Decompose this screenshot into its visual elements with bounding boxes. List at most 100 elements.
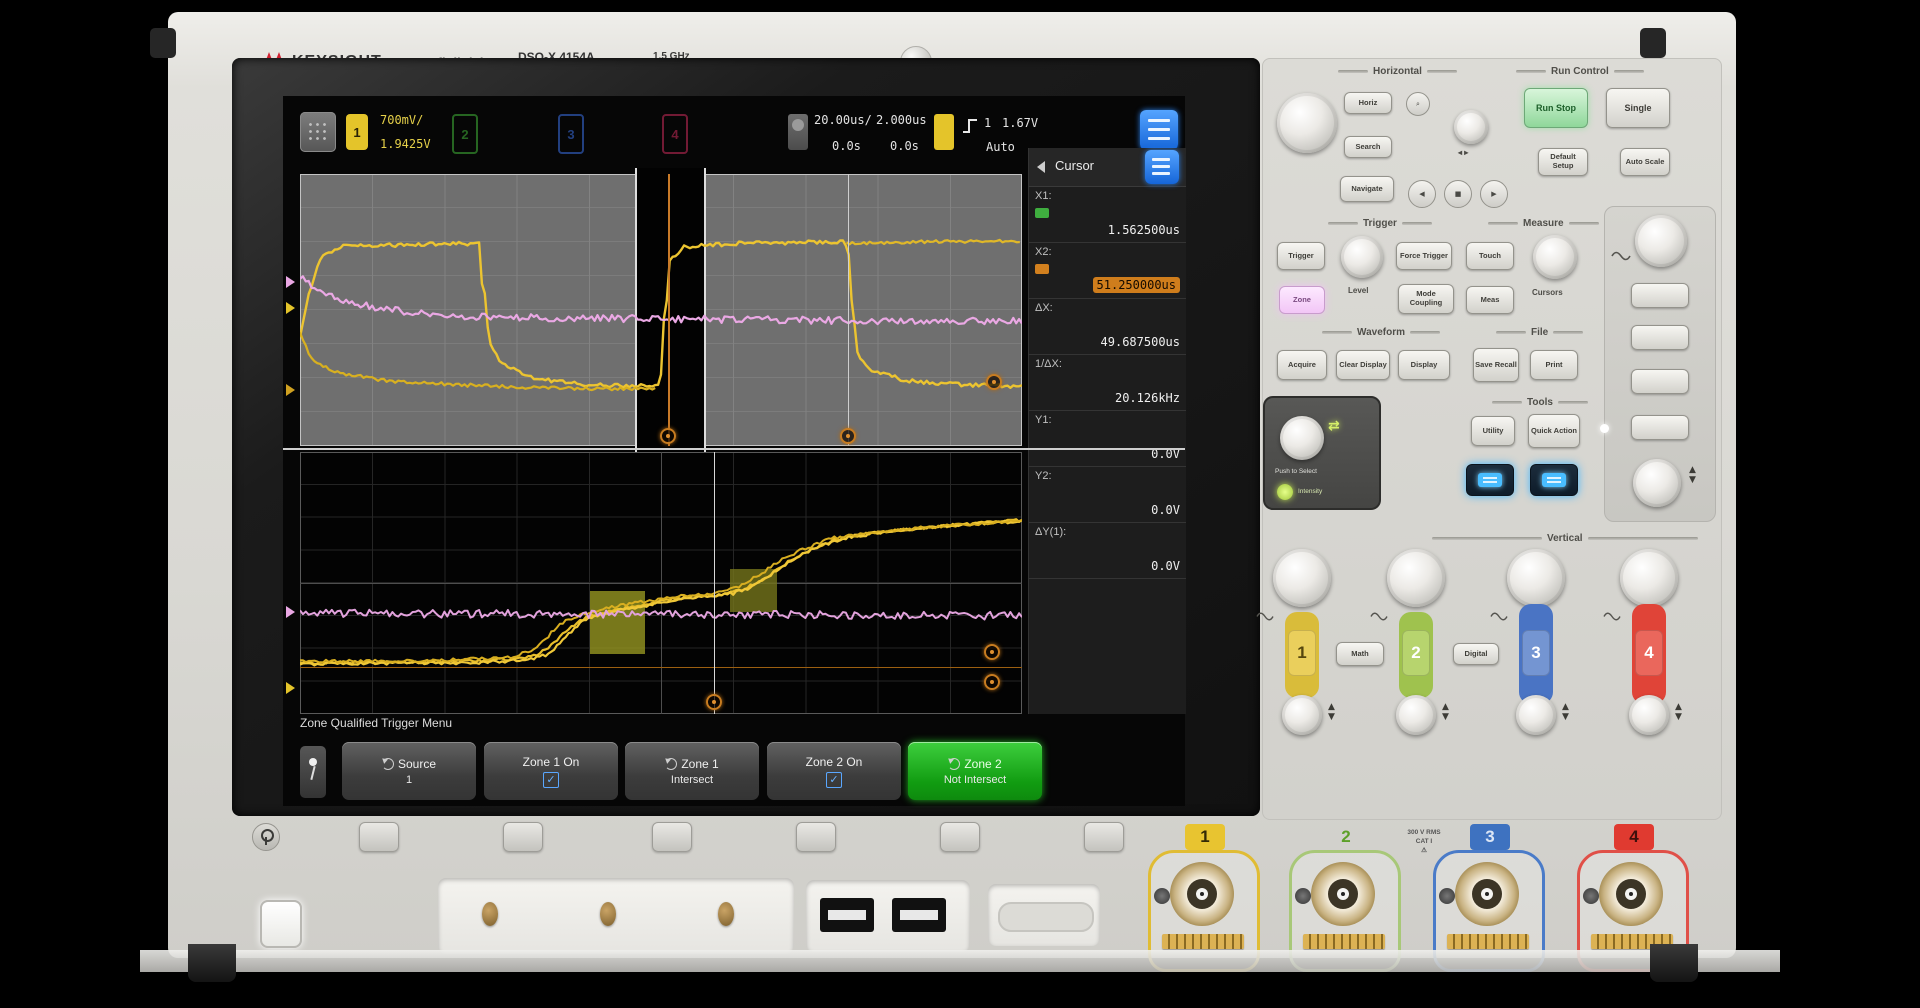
horizontal-knob-icon[interactable] [788,114,808,150]
utility-button[interactable]: Utility [1471,416,1515,446]
default-setup-button[interactable]: Default Setup [1538,148,1588,176]
cursor-row[interactable]: Y2:0.0V [1029,466,1186,523]
physical-softkey-5[interactable] [940,822,980,852]
softkey-zone-2-on[interactable]: Zone 2 On✓ [767,742,901,800]
mode-coupling-button[interactable]: Mode Coupling [1398,284,1454,314]
ch2-status-box[interactable]: 2 [452,114,478,154]
ch3-button[interactable]: 3 [1522,630,1550,676]
intensity-button[interactable] [1277,484,1293,500]
nav-forward-button[interactable]: ▶ [1480,180,1508,208]
cursor-menu-icon[interactable] [1145,150,1179,184]
ch1-bnc-connector[interactable] [1170,862,1234,926]
softkey-source[interactable]: Source1 [342,742,476,800]
ch1-offset-readout[interactable]: 1.9425V [380,137,431,151]
usb-port-1[interactable] [820,898,874,932]
ch1-scale-knob[interactable] [1273,549,1331,607]
trigger-level-readout[interactable]: 1.67V [1002,116,1038,130]
acquire-button[interactable]: Acquire [1277,350,1327,380]
cursor-row-value[interactable]: 49.687500us [1101,335,1180,349]
cursor-row-value[interactable]: 0.0V [1151,559,1180,573]
ch1-position-knob[interactable] [1282,695,1322,735]
display-button[interactable]: Display [1398,350,1450,380]
delay-main-readout[interactable]: 0.0s [832,139,861,153]
ch3-scale-knob[interactable] [1507,549,1565,607]
softkey-zone-2[interactable]: Zone 2Not Intersect [908,742,1042,800]
zoom-magnifier-button[interactable]: ⌕ [1406,92,1430,116]
trigger-zone-1-box[interactable] [590,591,645,654]
cursor-x1-line-main[interactable] [668,174,670,446]
touch-button[interactable]: Touch [1466,242,1514,270]
softkey-zone-1[interactable]: Zone 1Intersect [625,742,759,800]
pin-menu-softkey[interactable] [300,746,326,798]
power-button[interactable] [260,900,302,948]
quick-action-button[interactable]: Quick Action [1528,414,1580,448]
cursor-x1-handle-zoom[interactable] [706,694,722,710]
ch2-bnc-connector[interactable] [1311,862,1375,926]
nav-back-button[interactable]: ◀ [1408,180,1436,208]
trigger-source-readout[interactable]: 1 [984,116,991,130]
strip-button-2[interactable] [1631,325,1689,350]
front-round-button[interactable] [252,823,280,851]
cursor-row[interactable]: X2:51.250000us [1029,242,1186,299]
ch2-position-knob[interactable] [1396,695,1436,735]
force-trigger-button[interactable]: Force Trigger [1396,242,1452,270]
trigger-level-knob[interactable] [1341,236,1383,278]
sidebar-menu-icon[interactable] [300,112,336,152]
cursors-knob[interactable] [1533,235,1577,279]
back-arrow-icon[interactable] [1037,161,1045,173]
strip-button-4[interactable] [1631,415,1689,440]
entry-knob[interactable] [1280,416,1324,460]
physical-softkey-2[interactable] [503,822,543,852]
ch4-button[interactable]: 4 [1635,630,1663,676]
ch4-position-knob[interactable] [1629,695,1669,735]
cursor-row[interactable]: X1:1.562500us [1029,186,1186,243]
ch1-status-box[interactable]: 1 [346,114,368,150]
single-button[interactable]: Single [1606,88,1670,128]
trigger-source-box[interactable] [934,114,954,150]
zoom-window-band[interactable] [635,168,706,452]
trigger-zone-2-box[interactable] [730,569,777,612]
ch2-scale-knob[interactable] [1387,549,1445,607]
cursor-x2-handle-main[interactable] [840,428,856,444]
cursor-offscreen-marker-2[interactable] [984,674,1000,690]
physical-softkey-3[interactable] [652,822,692,852]
ch4-scale-knob[interactable] [1620,549,1678,607]
trigger-mode-readout[interactable]: Auto [986,140,1015,154]
run-stop-button[interactable]: Run Stop [1524,88,1588,128]
zone-button[interactable]: Zone [1279,286,1325,314]
physical-softkey-6[interactable] [1084,822,1124,852]
cursor-sidebar-header[interactable]: Cursor [1029,148,1186,187]
strip-button-3[interactable] [1631,369,1689,394]
horizontal-scale-knob[interactable] [1277,93,1337,153]
delay-zoom-readout[interactable]: 0.0s [890,139,919,153]
horiz-button[interactable]: Horiz [1344,92,1392,114]
trigger-level-marker-main[interactable] [986,374,1002,390]
strip-bottom-knob[interactable] [1633,459,1681,507]
ch4-status-box[interactable]: 4 [662,114,688,154]
ch2-button[interactable]: 2 [1402,630,1430,676]
navigate-button[interactable]: Navigate [1340,176,1394,202]
cursor-x2-line-main[interactable] [848,174,849,446]
cursor-row[interactable]: 1/ΔX:20.126kHz [1029,354,1186,411]
meas-button[interactable]: Meas [1466,286,1514,314]
ch3-status-box[interactable]: 3 [558,114,584,154]
ch3-position-knob[interactable] [1516,695,1556,735]
touch-menu-icon[interactable] [1140,110,1178,150]
search-button[interactable]: Search [1344,136,1392,158]
math-button[interactable]: Math [1336,642,1384,666]
trigger-button[interactable]: Trigger [1277,242,1325,270]
timebase-zoom-readout[interactable]: 2.000us [876,113,927,127]
cursor-row[interactable]: ΔX:49.687500us [1029,298,1186,355]
blue-backlit-button-left[interactable] [1466,464,1514,496]
clear-display-button[interactable]: Clear Display [1336,350,1390,380]
auto-scale-button[interactable]: Auto Scale [1620,148,1670,176]
print-button[interactable]: Print [1530,350,1578,380]
physical-softkey-1[interactable] [359,822,399,852]
softkey-zone-1-on[interactable]: Zone 1 On✓ [484,742,618,800]
horizontal-delay-knob[interactable] [1454,110,1488,144]
cursor-row-value[interactable]: 20.126kHz [1115,391,1180,405]
usb-port-2[interactable] [892,898,946,932]
ch4-bnc-connector[interactable] [1599,862,1663,926]
cursor-offscreen-marker-1[interactable] [984,644,1000,660]
timebase-main-readout[interactable]: 20.00us/ [814,113,872,127]
